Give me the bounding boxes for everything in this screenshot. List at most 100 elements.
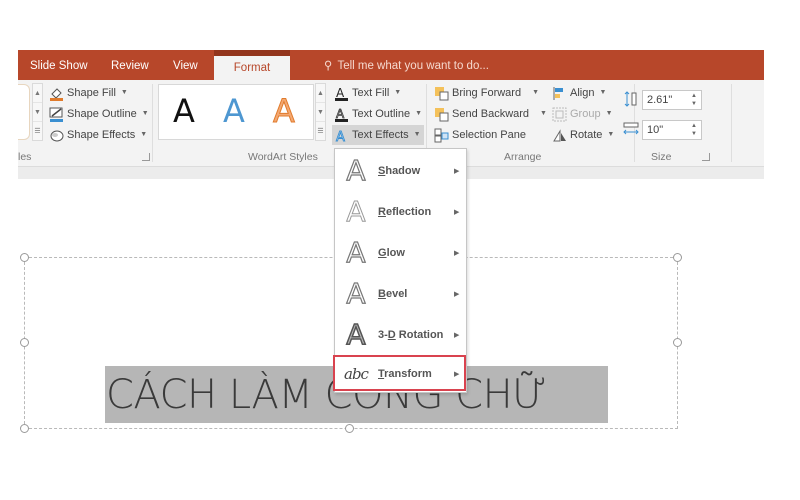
width-spinner[interactable]: ▲ ▼ xyxy=(691,122,697,138)
svg-text:A: A xyxy=(336,86,345,100)
chevron-down-icon: ▼ xyxy=(394,89,402,96)
shape-fill-button[interactable]: Shape Fill ▼ xyxy=(49,84,128,102)
resize-handle-top-left[interactable] xyxy=(20,253,29,262)
shape-gallery-scroll[interactable]: ▲ ▼ ☰ xyxy=(32,83,43,141)
lightbulb-icon: ⚲ xyxy=(324,60,333,72)
text-effects-button[interactable]: A Text Effects ▼ xyxy=(332,125,424,145)
ribbon-tab-bar: Slide Show Review View Format ⚲ Tell me w… xyxy=(18,50,764,80)
tab-slide-show[interactable]: Slide Show xyxy=(30,50,88,80)
group-divider xyxy=(152,84,153,162)
wordart-style-blue[interactable]: A xyxy=(223,91,245,131)
group-icon xyxy=(552,107,567,122)
menu-item-3d-rotation[interactable]: A 3-D Rotation ▶ xyxy=(336,315,466,355)
chevron-down-icon: ▼ xyxy=(415,110,423,117)
reflection-icon: A xyxy=(346,195,366,228)
menu-item-label: 3-D Rotation xyxy=(378,329,444,341)
shape-height-input[interactable]: 2.61" ▲ ▼ xyxy=(642,90,702,110)
rotate-icon xyxy=(552,128,567,143)
menu-item-reflection[interactable]: A Reflection ▶ xyxy=(336,192,466,232)
shape-styles-group-label: les xyxy=(18,151,32,163)
shape-effects-icon xyxy=(49,128,64,143)
align-button[interactable]: Align ▼ xyxy=(552,84,606,102)
menu-item-bevel[interactable]: A Bevel ▶ xyxy=(336,274,466,314)
scroll-down-icon[interactable]: ▼ xyxy=(316,103,325,122)
glow-icon: A xyxy=(346,236,366,269)
text-outline-icon: A xyxy=(334,106,349,122)
menu-item-label: Shadow xyxy=(378,165,421,177)
size-group-label: Size xyxy=(651,151,672,163)
rotate-button[interactable]: Rotate ▼ xyxy=(552,126,614,144)
resize-handle-bottom-center[interactable] xyxy=(345,424,354,433)
shape-outline-button[interactable]: Shape Outline ▼ xyxy=(49,105,149,123)
selection-pane-button[interactable]: Selection Pane xyxy=(434,126,526,144)
chevron-down-icon: ▼ xyxy=(607,131,615,138)
resize-handle-bottom-left[interactable] xyxy=(20,424,29,433)
group-divider xyxy=(731,84,732,162)
paint-bucket-icon xyxy=(49,86,64,101)
align-icon xyxy=(552,86,567,101)
shape-effects-button[interactable]: Shape Effects ▼ xyxy=(49,126,147,144)
3d-rotation-icon: A xyxy=(346,318,367,351)
more-icon[interactable]: ☰ xyxy=(316,122,325,141)
chevron-down-icon: ▼ xyxy=(532,89,540,96)
scroll-up-icon[interactable]: ▲ xyxy=(316,84,325,103)
shape-styles-gallery[interactable] xyxy=(18,84,30,140)
shape-height-icon xyxy=(624,91,638,107)
menu-item-label: Glow xyxy=(378,247,405,259)
resize-handle-top-right[interactable] xyxy=(673,253,682,262)
resize-handle-middle-left[interactable] xyxy=(20,338,29,347)
text-fill-button[interactable]: A Text Fill ▼ xyxy=(334,84,401,102)
shape-width-icon xyxy=(623,122,639,136)
menu-item-glow[interactable]: A Glow ▶ xyxy=(336,233,466,273)
submenu-arrow-icon: ▶ xyxy=(454,168,460,175)
svg-text:A: A xyxy=(336,130,345,143)
size-launcher-icon[interactable] xyxy=(702,153,710,161)
tell-me-placeholder: Tell me what you want to do... xyxy=(337,60,489,72)
shape-styles-launcher-icon[interactable] xyxy=(142,153,150,161)
scroll-up-icon[interactable]: ▲ xyxy=(33,84,42,103)
menu-item-label: Reflection xyxy=(378,206,432,218)
chevron-down-icon: ▼ xyxy=(605,110,613,117)
shadow-icon: A xyxy=(346,154,366,187)
chevron-down-icon: ▼ xyxy=(141,110,149,117)
menu-item-label: Bevel xyxy=(378,288,408,300)
submenu-arrow-icon: ▶ xyxy=(454,291,460,298)
wordart-styles-group-label: WordArt Styles xyxy=(248,151,318,163)
send-backward-icon xyxy=(434,107,449,122)
shape-width-input[interactable]: 10" ▲ ▼ xyxy=(642,120,702,140)
submenu-arrow-icon: ▶ xyxy=(454,332,460,339)
more-icon[interactable]: ☰ xyxy=(33,122,42,141)
chevron-down-icon: ▼ xyxy=(413,131,421,138)
pencil-outline-icon xyxy=(49,107,64,122)
chevron-down-icon: ▼ xyxy=(599,89,607,96)
transform-highlight-annotation xyxy=(333,355,466,391)
text-fill-icon: A xyxy=(334,86,349,101)
tab-review[interactable]: Review xyxy=(111,50,149,80)
wordart-style-black[interactable]: A xyxy=(173,91,195,131)
wordart-gallery-scroll[interactable]: ▲ ▼ ☰ xyxy=(315,83,326,141)
group-button[interactable]: Group ▼ xyxy=(552,105,613,123)
wordart-styles-gallery: A A A xyxy=(158,84,314,140)
scroll-down-icon[interactable]: ▼ xyxy=(33,103,42,122)
tab-view[interactable]: View xyxy=(173,50,198,80)
bring-forward-icon xyxy=(434,86,449,101)
selection-pane-icon xyxy=(434,128,449,143)
chevron-down-icon: ▼ xyxy=(120,89,128,96)
chevron-down-icon: ▼ xyxy=(140,131,148,138)
submenu-arrow-icon: ▶ xyxy=(454,209,460,216)
bring-forward-button[interactable]: Bring Forward ▼ xyxy=(434,84,539,102)
height-spinner[interactable]: ▲ ▼ xyxy=(691,92,697,108)
send-backward-button[interactable]: Send Backward ▼ xyxy=(434,105,547,123)
tab-format[interactable]: Format xyxy=(214,50,290,80)
submenu-arrow-icon: ▶ xyxy=(454,250,460,257)
wordart-style-orange[interactable]: A xyxy=(273,91,296,131)
arrange-group-label: Arrange xyxy=(504,151,542,163)
resize-handle-middle-right[interactable] xyxy=(673,338,682,347)
svg-text:A: A xyxy=(336,107,345,121)
tell-me-search[interactable]: ⚲ Tell me what you want to do... xyxy=(324,50,489,80)
bevel-icon: A xyxy=(346,277,366,310)
chevron-down-icon: ▼ xyxy=(540,110,547,117)
menu-item-shadow[interactable]: A Shadow ▶ xyxy=(336,151,466,191)
text-outline-button[interactable]: A Text Outline ▼ xyxy=(334,105,422,123)
text-effects-icon: A xyxy=(334,128,349,145)
